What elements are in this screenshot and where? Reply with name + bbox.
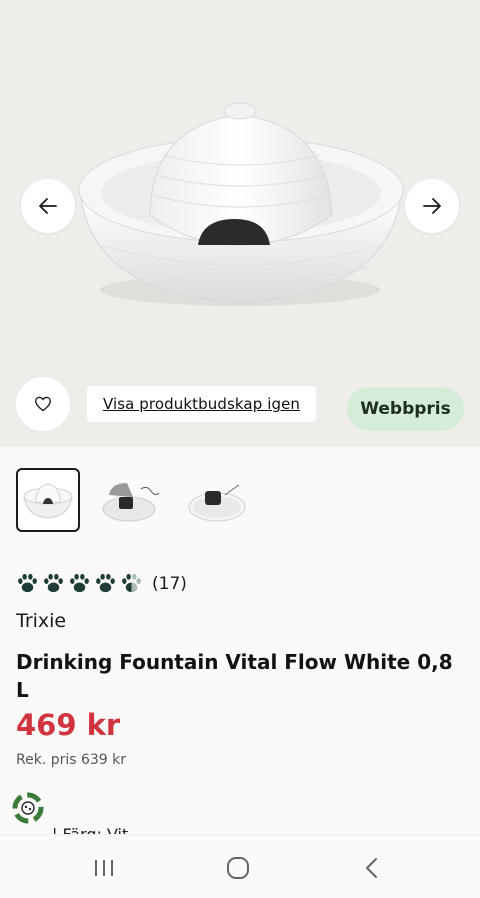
home-icon [227, 857, 249, 879]
thumbnail-3[interactable] [185, 468, 249, 532]
recents-icon [95, 860, 113, 876]
product-price: 469 kr [16, 708, 121, 742]
recommended-price: Rek. pris 639 kr [16, 752, 127, 768]
thumbnail-1[interactable] [16, 468, 80, 532]
gallery-prev-button[interactable] [21, 179, 75, 233]
product-brand[interactable]: Trixie [16, 610, 66, 632]
heart-outline-icon [35, 396, 51, 412]
web-price-badge: Webbpris [347, 387, 464, 431]
color-selection-label[interactable]: | Färg: Vit [52, 822, 128, 834]
gallery-next-button[interactable] [405, 179, 459, 233]
paw-filled-icon [70, 573, 89, 593]
paw-half-icon [122, 573, 141, 593]
fountain-pump-thumbnail-image [188, 484, 246, 522]
fountain-filter-thumbnail-image [102, 483, 160, 522]
recents-button[interactable] [84, 853, 124, 883]
product-rating[interactable]: (17) [16, 572, 187, 595]
arrow-right-icon [423, 198, 441, 214]
product-title: Drinking Fountain Vital Flow White 0,8 L [16, 650, 453, 702]
paw-filled-icon [44, 573, 63, 593]
back-chevron-icon [366, 858, 377, 878]
arrow-left-icon [39, 198, 57, 214]
back-button[interactable] [352, 853, 392, 883]
paw-filled-icon [96, 573, 115, 593]
system-navigation-bar [0, 834, 480, 898]
thumbnail-2[interactable] [97, 468, 161, 532]
paw-filled-icon [18, 573, 37, 593]
home-button[interactable] [218, 853, 258, 883]
rating-count[interactable]: (17) [152, 574, 187, 594]
eco-recycle-icon [12, 792, 44, 824]
show-product-message-button[interactable]: Visa produktbudskap igen [87, 386, 316, 422]
fountain-thumbnail-image [23, 483, 73, 519]
product-image [78, 102, 404, 306]
favorite-button[interactable] [16, 377, 70, 431]
product-image-gallery[interactable]: Visa produktbudskap igen Webbpris [0, 0, 480, 447]
